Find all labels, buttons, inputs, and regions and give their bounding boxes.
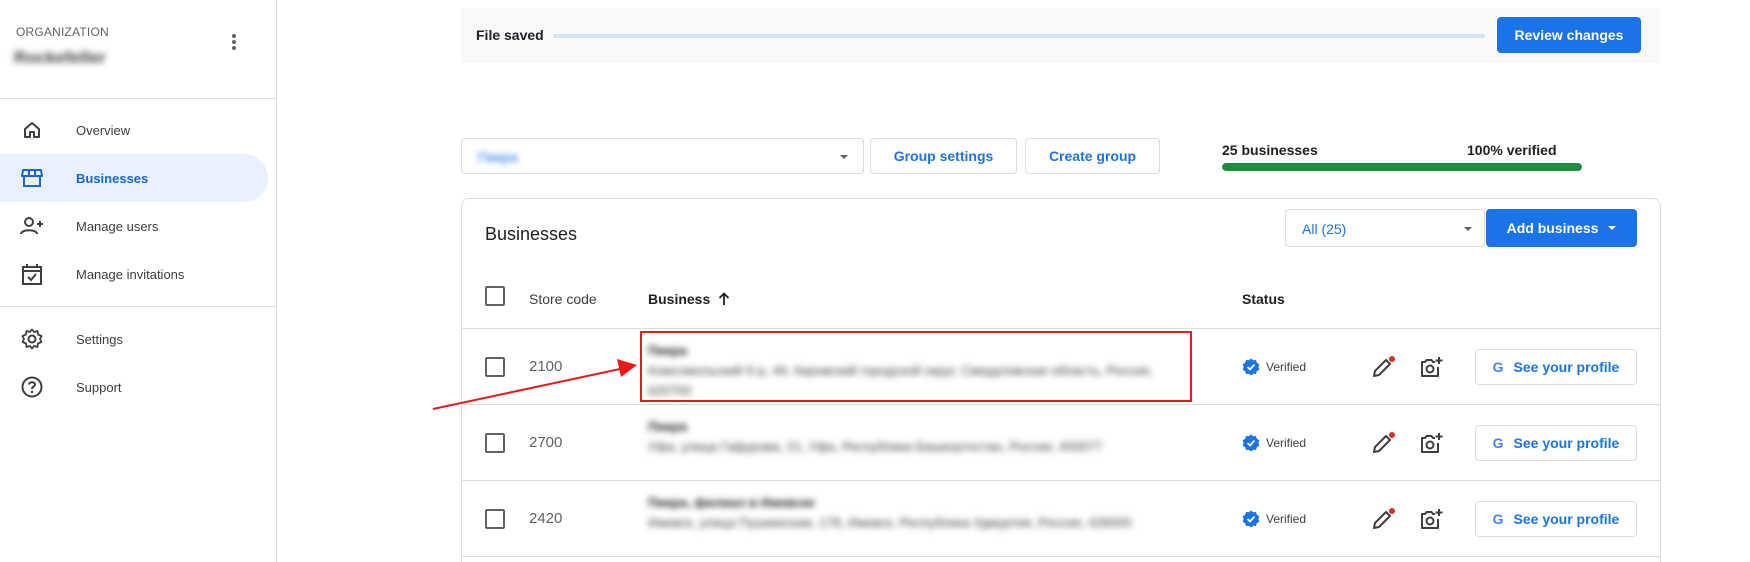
create-group-button[interactable]: Create group — [1025, 138, 1160, 174]
verification-status: Verified — [1242, 510, 1306, 528]
sidebar-item-support[interactable]: Support — [0, 363, 268, 411]
row-checkbox[interactable] — [485, 357, 505, 377]
column-header-status: Status — [1242, 291, 1285, 307]
see-your-profile-button[interactable]: G See your profile — [1475, 501, 1637, 537]
status-label: Verified — [1266, 512, 1307, 526]
row-checkbox[interactable] — [485, 433, 505, 453]
verification-status: Verified — [1242, 434, 1306, 452]
add-photo-icon — [1421, 509, 1443, 529]
save-status-text: File saved — [476, 27, 544, 43]
add-photo-icon — [1421, 433, 1443, 453]
see-your-profile-label: See your profile — [1513, 435, 1620, 451]
gear-icon — [20, 327, 44, 351]
status-filter-select[interactable]: All (25) — [1285, 209, 1485, 247]
verification-status: Verified — [1242, 358, 1306, 376]
sidebar-item-settings[interactable]: Settings — [0, 315, 268, 363]
home-icon — [20, 118, 44, 142]
add-business-label: Add business — [1506, 220, 1599, 236]
add-photo-button[interactable] — [1417, 354, 1445, 382]
select-all-checkbox[interactable] — [485, 286, 505, 306]
business-address: Ижевск, улица Пушкинская, 178, Ижевск, Р… — [648, 515, 1132, 530]
business-info[interactable]: Пикра, филиал в Ижевске Ижевск, улица Пу… — [648, 493, 1188, 533]
calendar-check-icon — [20, 262, 44, 286]
business-address: Уфа, улица Гафурова, 21, Уфа, Республика… — [648, 439, 1103, 454]
add-business-button[interactable]: Add business — [1486, 209, 1637, 247]
pencil-icon — [1373, 356, 1395, 377]
status-label: Verified — [1266, 360, 1307, 374]
group-settings-button[interactable]: Group settings — [870, 138, 1017, 174]
status-filter-value: All (25) — [1302, 221, 1347, 237]
sidebar-item-label: Businesses — [76, 170, 149, 186]
business-count: 25 businesses — [1222, 142, 1318, 158]
edit-profile-button[interactable] — [1369, 354, 1397, 382]
card-title: Businesses — [485, 224, 578, 244]
storefront-icon — [20, 166, 44, 190]
sidebar-item-overview[interactable]: Overview — [0, 106, 268, 154]
google-g-icon: G — [1492, 359, 1504, 375]
sidebar-item-manage-invitations[interactable]: Manage invitations — [0, 250, 268, 298]
more-vert-icon[interactable] — [222, 30, 246, 54]
row-checkbox[interactable] — [485, 509, 505, 529]
sidebar-item-label: Settings — [76, 331, 123, 347]
sort-ascending-icon — [719, 292, 730, 305]
verified-badge-icon — [1242, 358, 1260, 376]
store-code: 2420 — [529, 510, 563, 527]
google-g-icon: G — [1492, 435, 1504, 451]
help-icon — [20, 375, 44, 399]
store-code: 2100 — [529, 358, 563, 375]
organization-label: ORGANIZATION — [16, 25, 109, 39]
add-photo-button[interactable] — [1417, 430, 1445, 458]
organization-name: Rockefeller — [14, 48, 106, 67]
verified-percentage: 100% verified — [1467, 142, 1557, 158]
verified-progress-bar — [1222, 163, 1582, 171]
table-row: 2420 Пикра, филиал в Ижевске Ижевск, ули… — [462, 481, 1660, 557]
see-your-profile-label: See your profile — [1513, 359, 1620, 375]
column-header-business-label: Business — [648, 291, 711, 307]
group-select[interactable]: Пикра — [461, 138, 864, 174]
business-name: Пикра, филиал в Ижевске — [648, 495, 815, 510]
pencil-icon — [1373, 432, 1395, 453]
dropdown-arrow-icon — [1608, 226, 1617, 230]
verified-badge-icon — [1242, 510, 1260, 528]
sidebar-item-label: Support — [76, 379, 122, 395]
sidebar-item-manage-users[interactable]: Manage users — [0, 202, 268, 250]
add-photo-button[interactable] — [1417, 506, 1445, 534]
pencil-icon — [1373, 508, 1395, 529]
verified-progress-fill — [1222, 163, 1582, 171]
edit-profile-button[interactable] — [1369, 430, 1397, 458]
chevron-down-icon — [1464, 227, 1472, 231]
see-your-profile-button[interactable]: G See your profile — [1475, 349, 1637, 385]
store-code: 2700 — [529, 434, 563, 451]
business-name: Пикра — [648, 419, 688, 434]
column-header-store-code: Store code — [529, 291, 597, 307]
group-select-value: Пикра — [478, 149, 518, 165]
sidebar-item-businesses[interactable]: Businesses — [0, 154, 268, 202]
annotation-highlight-box — [640, 331, 1192, 402]
see-your-profile-label: See your profile — [1513, 511, 1620, 527]
add-photo-icon — [1421, 357, 1443, 377]
google-g-icon: G — [1492, 511, 1504, 527]
save-progress-track — [553, 34, 1485, 38]
see-your-profile-button[interactable]: G See your profile — [1475, 425, 1637, 461]
sidebar-item-label: Manage users — [76, 218, 159, 234]
sidebar: ORGANIZATION Rockefeller Overview Busine… — [0, 0, 277, 562]
sidebar-item-label: Manage invitations — [76, 266, 185, 282]
verified-badge-icon — [1242, 434, 1260, 452]
sidebar-item-label: Overview — [76, 122, 131, 138]
status-label: Verified — [1266, 436, 1307, 450]
person-add-icon — [20, 214, 44, 238]
save-status-bar: File saved Review changes — [461, 8, 1661, 63]
table-row: 2700 Пикра Уфа, улица Гафурова, 21, Уфа,… — [462, 405, 1660, 481]
sidebar-divider — [0, 98, 277, 99]
edit-profile-button[interactable] — [1369, 506, 1397, 534]
chevron-down-icon — [840, 155, 848, 159]
column-header-business[interactable]: Business — [648, 291, 730, 307]
business-info[interactable]: Пикра Уфа, улица Гафурова, 21, Уфа, Респ… — [648, 417, 1188, 457]
sidebar-divider — [0, 306, 277, 307]
review-changes-button[interactable]: Review changes — [1497, 17, 1641, 53]
